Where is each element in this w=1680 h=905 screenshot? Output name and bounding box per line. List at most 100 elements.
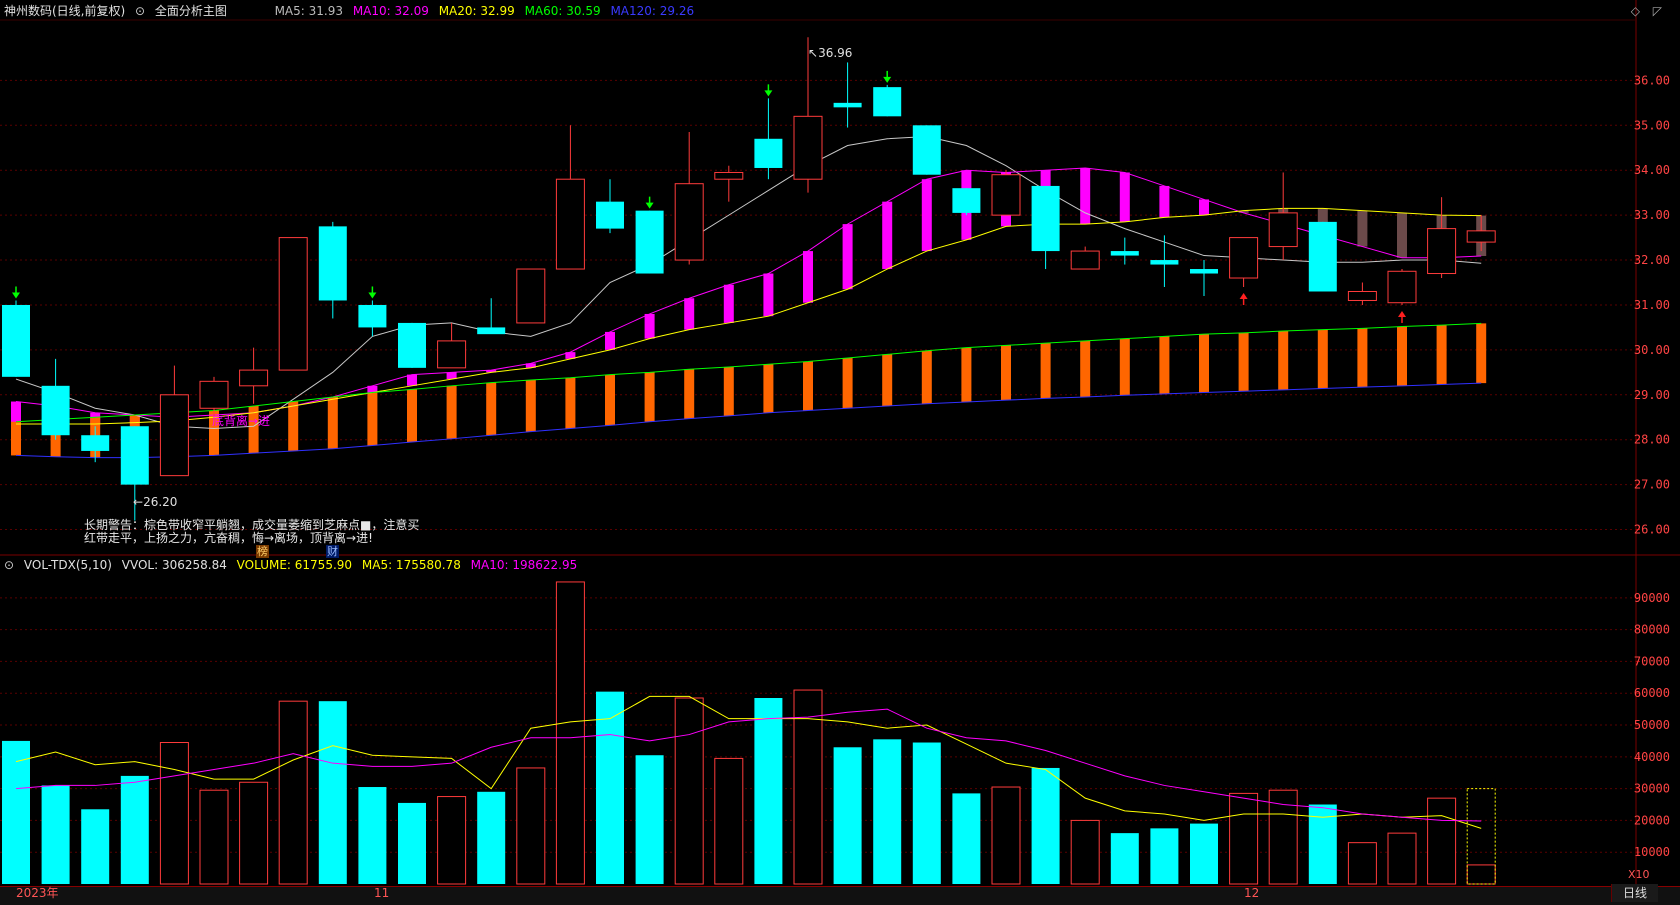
long-band-bar [407, 389, 417, 442]
trend-band-bar [882, 201, 893, 270]
price-tick-label: 27.00 [1634, 478, 1670, 492]
volume-bar-down [1190, 823, 1218, 884]
kline-chart[interactable]: 26.00 27.00 28.00 29.00 30.00 31.00 32.00 33.00… [0, 0, 1680, 904]
volume-tick-label: 10000 [1634, 845, 1670, 859]
collapse-vol-icon[interactable]: ⊙ [4, 558, 14, 572]
volume-bar-up [1387, 832, 1417, 885]
volume-bar-down [596, 691, 624, 884]
candle-body-up [1229, 237, 1259, 279]
volume-bar-up [159, 742, 189, 885]
long-band-bar [446, 385, 457, 439]
volume-bar-down [318, 701, 347, 884]
moving-average-lines [15, 136, 1482, 459]
price-tick-label: 36.00 [1634, 73, 1670, 87]
candle-body-up [159, 394, 189, 477]
main-header: 神州数码(日线,前复权) ⊙ 全面分析主图 MA5: 31.93 MA10: 3… [4, 2, 700, 20]
candle-body-up [1427, 228, 1457, 275]
trend-band-bar [1199, 199, 1209, 216]
long-band-bar [1001, 345, 1011, 401]
price-tick-label: 31.00 [1634, 298, 1670, 312]
price-tick-label: 32.00 [1634, 253, 1670, 267]
candle-body-down [1308, 221, 1337, 292]
volume-bar-up [1427, 797, 1457, 885]
candle-body-down [873, 87, 902, 117]
volume-bar-up [1347, 842, 1377, 885]
long-band-bar [327, 397, 338, 449]
collapse-icon[interactable]: ◸ [1653, 2, 1662, 20]
candle-body-up [1466, 230, 1496, 243]
long-band-bar [1317, 329, 1328, 389]
candle-body-down [635, 210, 664, 274]
sell-signal-arrowhead [645, 202, 654, 209]
timeframe-tab[interactable]: 日线 [1611, 884, 1658, 902]
ma120-value: MA120: 29.26 [610, 4, 695, 18]
sell-signal-arrowhead [12, 292, 20, 299]
diamond-icon[interactable]: ◇ [1631, 2, 1640, 20]
ma60-line [15, 322, 1482, 423]
long-band-bar [486, 382, 497, 436]
volume-bar-down [912, 742, 941, 884]
volume-bar-up [1466, 864, 1496, 885]
rank-badge[interactable]: 榜 [256, 545, 269, 558]
candle-body-up [1387, 270, 1417, 304]
date-label-dec: 12 [1244, 886, 1260, 900]
vvol-value: VVOL: 306258.84 [121, 558, 227, 572]
long-band-bar [1159, 336, 1170, 394]
volume-bar-down [477, 791, 506, 884]
long-band-bar [1397, 326, 1407, 386]
candle-body-up [991, 174, 1021, 216]
volume-tick-label: 40000 [1634, 750, 1670, 764]
divergence-label: 底背离→进 [212, 414, 271, 428]
trend-band-bar [921, 179, 932, 252]
candle-body-up [1347, 290, 1377, 301]
volume-tick-label: 50000 [1634, 718, 1670, 732]
volume-bar-down [2, 740, 30, 884]
trend-band-bar [644, 313, 655, 339]
long-band-bar [1436, 325, 1447, 385]
dropdown-icon[interactable]: ⊙ [135, 4, 145, 18]
long-band-bar [11, 421, 21, 456]
long-band-bar [288, 401, 299, 451]
candle-body-down [120, 426, 149, 485]
candle-body-down [318, 226, 347, 301]
volume-bars[interactable] [2, 581, 1496, 885]
volume-bar-down [1031, 767, 1060, 884]
candle-body-down [358, 304, 387, 328]
long-band-bar [565, 377, 576, 429]
price-tick-label: 35.00 [1634, 118, 1670, 132]
long-band-bar [842, 357, 853, 409]
volume-tick-label: 30000 [1634, 782, 1670, 796]
ma20-value: MA20: 32.99 [438, 4, 515, 18]
candle-body-up [714, 171, 744, 180]
price-tick-label: 29.00 [1634, 388, 1670, 402]
long-band-bar [605, 374, 615, 426]
sell-signal-arrowhead [883, 76, 892, 83]
trend-band-bar [803, 251, 813, 303]
trend-band-bar [1397, 212, 1407, 258]
date-axis-bar [0, 886, 1680, 905]
long-band-bar [1199, 334, 1209, 393]
high-price-label: ↖36.96 [808, 46, 853, 60]
volume-bar-up [437, 796, 467, 885]
candle-body-down [398, 322, 426, 368]
vol-ma5-value: MA5: 175580.78 [361, 558, 461, 572]
long-band-bar [644, 372, 655, 422]
volume-bar-up [991, 786, 1021, 885]
finance-badge[interactable]: 财 [326, 545, 339, 558]
long-band-bar [1278, 331, 1289, 390]
candle-body-up [1070, 250, 1100, 270]
long-band-bar [1040, 343, 1051, 399]
price-tick-label: 26.00 [1634, 523, 1670, 537]
volume-bar-up [278, 700, 308, 885]
long-band-bar [525, 379, 536, 432]
trend-band-bar [1159, 185, 1170, 218]
volume-bar-up [714, 757, 744, 885]
long-band-bar [723, 366, 734, 416]
price-axis: 26.00 27.00 28.00 29.00 30.00 31.00 32.00 33.00… [1634, 73, 1670, 536]
vol-indicator-name[interactable]: VOL-TDX(5,10) [24, 558, 112, 572]
stock-title[interactable]: 神州数码(日线,前复权) [4, 4, 125, 18]
long-band-bar [763, 364, 774, 413]
candle-body-down [41, 385, 70, 436]
indicator-name[interactable]: 全面分析主图 [155, 4, 227, 18]
volume-tick-label: 20000 [1634, 813, 1670, 827]
